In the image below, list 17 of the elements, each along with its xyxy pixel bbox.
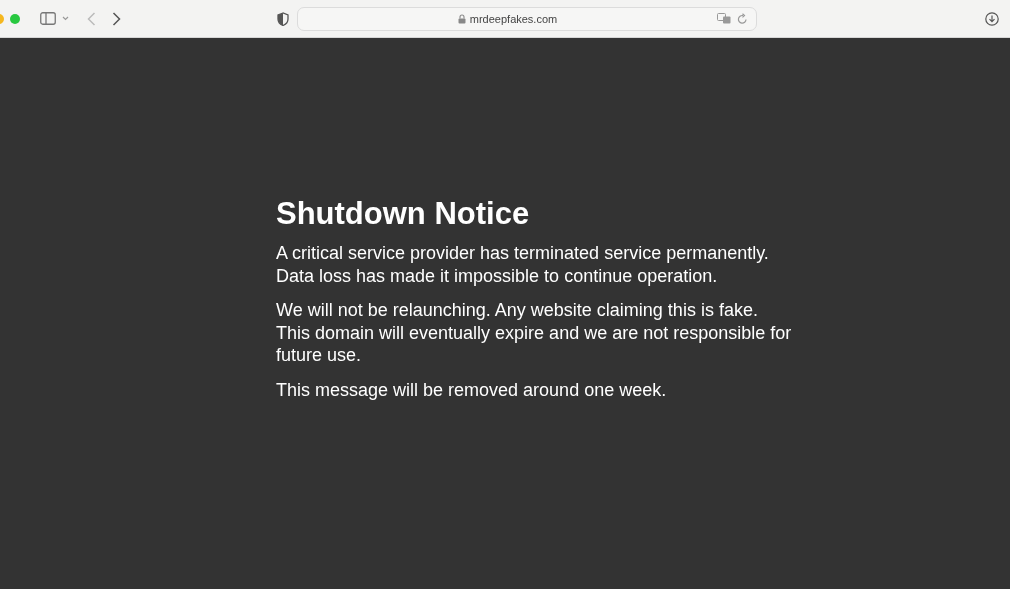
url-text: mrdeepfakes.com xyxy=(469,12,558,25)
translate-icon[interactable] xyxy=(717,13,731,24)
notice-title: Shutdown Notice xyxy=(276,196,531,232)
minimize-button[interactable] xyxy=(0,13,4,24)
back-icon[interactable] xyxy=(87,11,96,26)
sidebar-icon[interactable] xyxy=(40,12,56,25)
chevron-down-icon[interactable] xyxy=(62,16,69,21)
lock-icon xyxy=(457,13,466,24)
download-icon[interactable] xyxy=(985,11,999,26)
notice-paragraph: This message will be removed around one week. xyxy=(276,378,668,401)
reload-icon[interactable] xyxy=(737,12,748,25)
address-bar[interactable]: mrdeepfakes.com xyxy=(297,6,757,31)
zoom-button[interactable] xyxy=(10,13,20,24)
forward-icon[interactable] xyxy=(112,11,121,26)
notice-paragraph: We will not be relaunching. Any website claiming this is fake. This domain will eventually expire and we are not responsible for future use. xyxy=(276,299,793,367)
notice-paragraph: A critical service provider has terminated service permanently. Data loss has made it impossible to continue operation. xyxy=(276,242,770,287)
shield-icon[interactable] xyxy=(277,11,289,26)
